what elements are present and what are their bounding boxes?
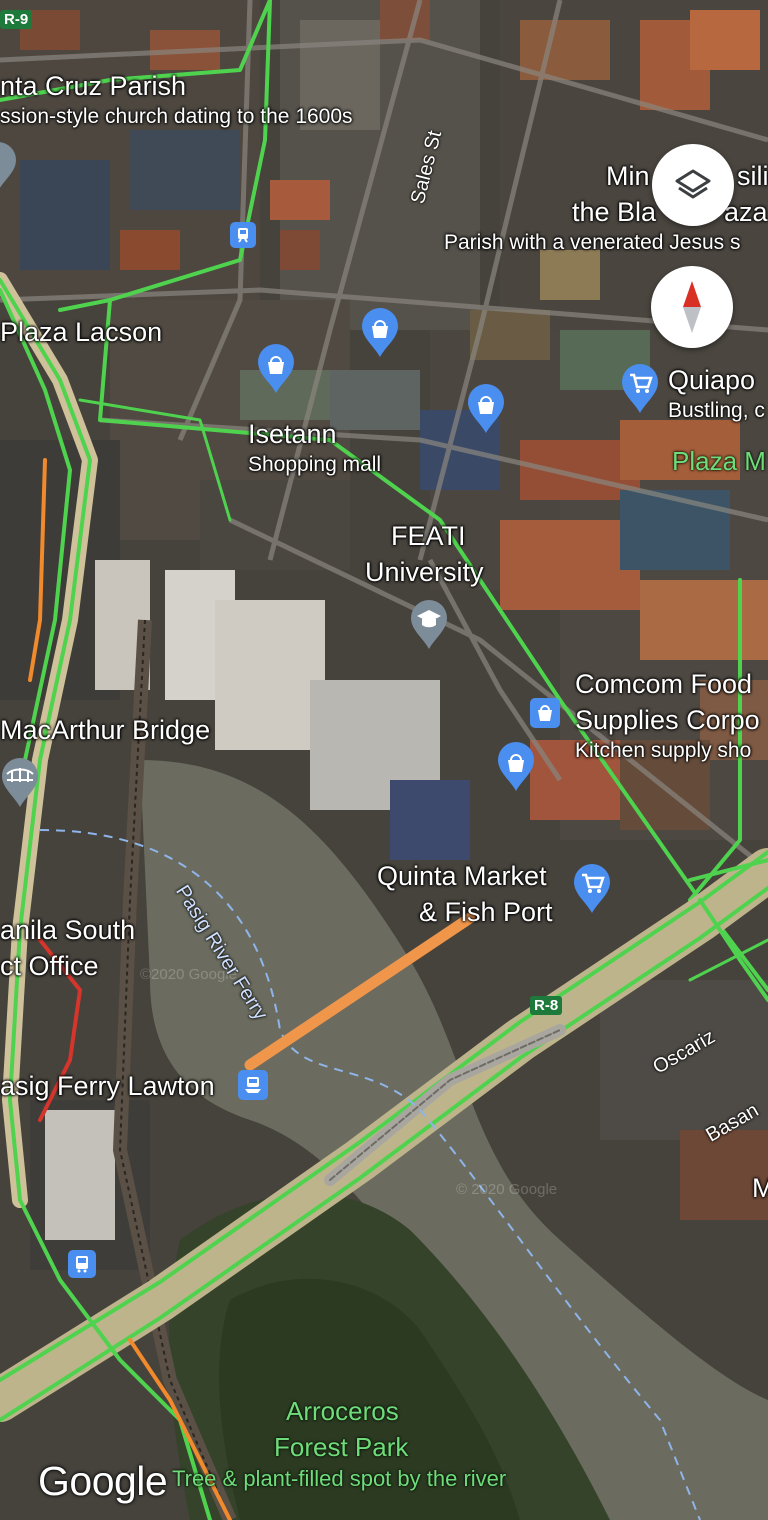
route-shield-r9: R-9 [0,10,33,29]
map-watermark: © 2020 Google [456,1181,558,1198]
ferry-icon[interactable] [238,1070,268,1100]
layers-button[interactable] [652,144,734,226]
pasig-ferry-lawton-label: asig Ferry Lawton [0,1071,215,1101]
santa-cruz-parish-title: nta Cruz Parish [0,71,187,101]
quinta-market-title-line2: & Fish Port [419,897,553,927]
shopping-bag-icon[interactable] [466,382,506,434]
feati-title-line2: University [365,557,484,587]
google-logo: Google [38,1458,168,1504]
arroceros-title-line1: Arroceros [286,1396,399,1426]
place-pin-icon[interactable] [0,140,18,192]
santa-cruz-parish-subtitle: ssion-style church dating to the 1600s [0,105,353,128]
shopping-cart-icon[interactable] [620,362,660,414]
shopping-bag-icon[interactable] [360,306,400,358]
manila-south-title-line1: anila South [0,915,136,945]
plaza-lacson-label: Plaza Lacson [0,317,163,347]
comcom-title-line1: Comcom Food [575,669,753,699]
minor-basilica-title-a: Min [606,161,650,191]
shopping-bag-icon[interactable] [530,698,560,728]
quiapo-subtitle: Bustling, c [668,399,765,422]
macarthur-bridge-label: MacArthur Bridge [0,715,211,745]
manila-south-title-line2: ct Office [0,951,99,981]
minor-basilica-title-b: silic [737,161,768,191]
route-shield-r8: R-8 [530,996,563,1015]
minor-basilica-title-d: aza [724,197,768,227]
isetann-subtitle: Shopping mall [248,453,382,476]
compass-icon [683,281,701,333]
comcom-title-line2: Supplies Corpo [575,705,760,735]
partial-label-m: M [752,1173,768,1203]
comcom-subtitle: Kitchen supply sho [575,739,752,762]
bridge-icon[interactable] [0,756,40,808]
shopping-cart-icon[interactable] [572,862,612,914]
feati-title-line1: FEATI [391,521,466,551]
plaza-miranda-label: Plaza M [672,446,766,476]
minor-basilica-title-c: the Bla [572,197,657,227]
arroceros-subtitle: Tree & plant-filled spot by the river [172,1466,507,1491]
quinta-market-title-line1: Quinta Market [377,861,547,891]
compass-button[interactable] [651,266,733,348]
graduation-cap-icon[interactable] [409,598,449,650]
isetann-title: Isetann [248,419,337,449]
minor-basilica-subtitle: Parish with a venerated Jesus s [444,231,741,254]
arroceros-title-line2: Forest Park [274,1432,409,1462]
bus-icon[interactable] [68,1250,96,1278]
quiapo-title: Quiapo [668,365,756,395]
layers-icon [675,169,711,199]
shopping-bag-icon[interactable] [256,342,296,394]
shopping-bag-icon[interactable] [496,740,536,792]
train-station-icon[interactable] [230,222,256,248]
